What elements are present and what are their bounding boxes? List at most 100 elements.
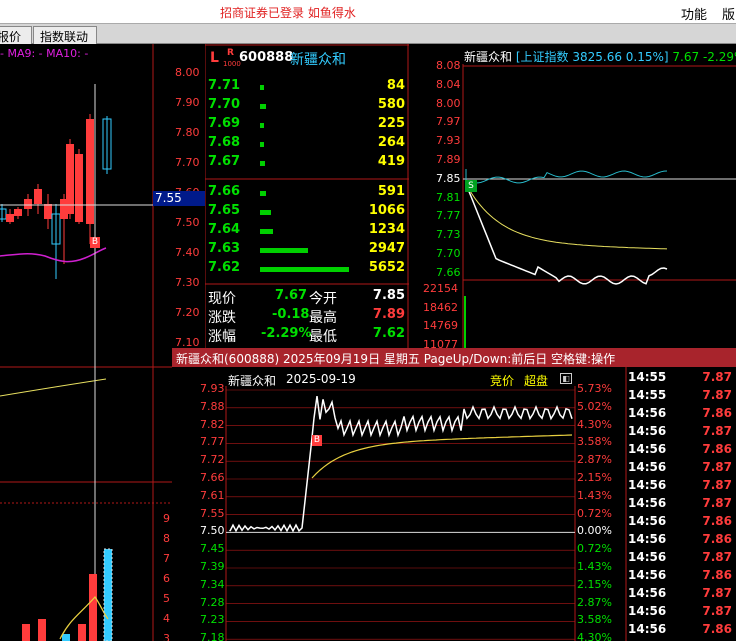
kline-price-tick: 7.30: [175, 276, 200, 289]
candle-body: [0, 208, 7, 220]
popup-pct-tick: 4.30%: [577, 631, 612, 641]
book-volume: 2947: [368, 241, 405, 256]
ask-row[interactable]: 7.68 264: [205, 135, 409, 154]
kline-price-tick: 7.40: [175, 246, 200, 259]
menu-function[interactable]: 功能: [681, 4, 707, 23]
book-price: 7.63: [208, 241, 241, 256]
bid-row[interactable]: 7.64 1234: [205, 222, 409, 241]
tick-row[interactable]: 14:56 7.87: [628, 586, 736, 604]
stock-name: 新疆众和: [290, 52, 346, 68]
tick-time: 14:56: [628, 442, 667, 456]
kline-price-tick: 7.20: [175, 306, 200, 319]
book-price: 7.64: [208, 222, 241, 237]
tick-price: 7.87: [702, 586, 732, 600]
mini-intraday-chart[interactable]: 新疆众和 [上证指数 3825.66 0.15%] 7.67 -2.29% 8.…: [409, 44, 736, 350]
mini-price-tick: 7.89: [436, 153, 461, 166]
book-volume-bar: [260, 123, 264, 128]
popup-price-tick: 7.39: [200, 560, 225, 573]
book-volume-bar: [260, 161, 265, 166]
current-price: 7.67: [275, 288, 308, 303]
tick-row[interactable]: 14:56 7.87: [628, 460, 736, 478]
tick-price: 7.87: [702, 424, 732, 438]
tick-time: 14:55: [628, 370, 667, 384]
book-volume-bar: [260, 85, 264, 90]
tick-time: 14:56: [628, 514, 667, 528]
volume-bar: [22, 624, 30, 641]
window-title: 招商证券已登录 如鱼得水: [220, 6, 356, 20]
mini-price-tick: 7.97: [436, 115, 461, 129]
popup-pct-tick: 0.00%: [577, 524, 612, 538]
book-price: 7.65: [208, 203, 241, 218]
popup-price-tick: 7.77: [200, 435, 225, 449]
ask-row[interactable]: 7.69 225: [205, 116, 409, 135]
tick-row[interactable]: 14:56 7.86: [628, 532, 736, 550]
tick-price: 7.87: [702, 604, 732, 618]
bid-row[interactable]: 7.65 1066: [205, 203, 409, 222]
tab-quote[interactable]: 报价: [0, 26, 32, 44]
tick-row[interactable]: 14:56 7.86: [628, 514, 736, 532]
day-chart-popup[interactable]: 新疆众和(600888) 2025年09月19日 星期五 PageUp/Down…: [172, 348, 736, 641]
tick-price: 7.87: [702, 370, 732, 384]
ask-row[interactable]: 7.70 580: [205, 97, 409, 116]
tick-time: 14:56: [628, 460, 667, 474]
popup-price-tick: 7.18: [200, 631, 225, 641]
tick-time: 14:56: [628, 586, 667, 600]
high-price: 7.89: [372, 307, 405, 322]
tick-row[interactable]: 14:56 7.86: [628, 406, 736, 424]
menu-version[interactable]: 版: [722, 4, 735, 23]
book-volume-bar: [260, 229, 273, 234]
tick-row[interactable]: 14:56 7.86: [628, 442, 736, 460]
tab-index-link[interactable]: 指数联动: [33, 26, 97, 44]
volume-bar: [89, 574, 97, 641]
popup-price-tick: 7.88: [200, 399, 225, 413]
popup-pct-tick: 1.43%: [577, 488, 612, 502]
tick-price: 7.87: [702, 478, 732, 492]
mini-price-tick: 7.66: [436, 265, 461, 279]
popup-pct-tick: 3.58%: [577, 435, 612, 449]
candle-body: [44, 204, 52, 219]
book-volume-bar: [260, 210, 271, 215]
popup-pct-tick: 2.87%: [577, 595, 612, 609]
book-volume: 5652: [368, 260, 405, 275]
low-price: 7.62: [372, 326, 405, 341]
tick-row[interactable]: 14:56 7.87: [628, 478, 736, 496]
book-volume: 419: [377, 154, 405, 169]
tick-price: 7.87: [702, 460, 732, 474]
kline-vol-tick: 9: [163, 512, 170, 525]
tick-time: 14:56: [628, 406, 667, 420]
tick-time: 14:56: [628, 604, 667, 618]
bid-row[interactable]: 7.62 5652: [205, 260, 409, 279]
quote-row-change: 涨跌 -0.18 最高 7.89: [208, 307, 405, 326]
ask-row[interactable]: 7.67 419: [205, 154, 409, 173]
kline-vol-tick: 3: [163, 632, 170, 641]
popup-buy-marker: B: [312, 435, 322, 446]
tick-row[interactable]: 14:56 7.86: [628, 568, 736, 586]
tick-price: 7.86: [702, 532, 732, 546]
mini-price-tick: 7.70: [436, 247, 461, 260]
price-pct: -2.29%: [261, 326, 312, 341]
book-price: 7.71: [208, 78, 241, 93]
tick-row[interactable]: 14:56 7.87: [628, 550, 736, 568]
kline-vol-tick: 8: [163, 532, 170, 545]
mini-price-tick: 7.77: [436, 209, 461, 223]
tick-price: 7.87: [702, 496, 732, 510]
tick-row[interactable]: 14:56 7.86: [628, 622, 736, 640]
tick-row[interactable]: 14:55 7.87: [628, 370, 736, 388]
tick-row[interactable]: 14:55 7.87: [628, 388, 736, 406]
candle-body: [14, 209, 22, 216]
tick-row[interactable]: 14:56 7.87: [628, 496, 736, 514]
tick-row[interactable]: 14:56 7.87: [628, 424, 736, 442]
popup-pct-tick: 0.72%: [577, 506, 612, 520]
tick-price: 7.86: [702, 622, 732, 636]
bid-row[interactable]: 7.66 591: [205, 184, 409, 203]
bid-row[interactable]: 7.63 2947: [205, 241, 409, 260]
ask-row[interactable]: 7.71 84: [205, 78, 409, 97]
popup-pct-tick: 3.58%: [577, 613, 612, 627]
kline-price-tick: 8.00: [175, 66, 200, 79]
popup-price-tick: 7.55: [200, 506, 225, 520]
mini-vol-tick: 22154: [423, 282, 458, 295]
tick-price: 7.87: [702, 388, 732, 402]
tick-row[interactable]: 14:56 7.87: [628, 604, 736, 622]
book-volume: 1066: [368, 203, 405, 218]
tick-time: 14:56: [628, 622, 667, 636]
